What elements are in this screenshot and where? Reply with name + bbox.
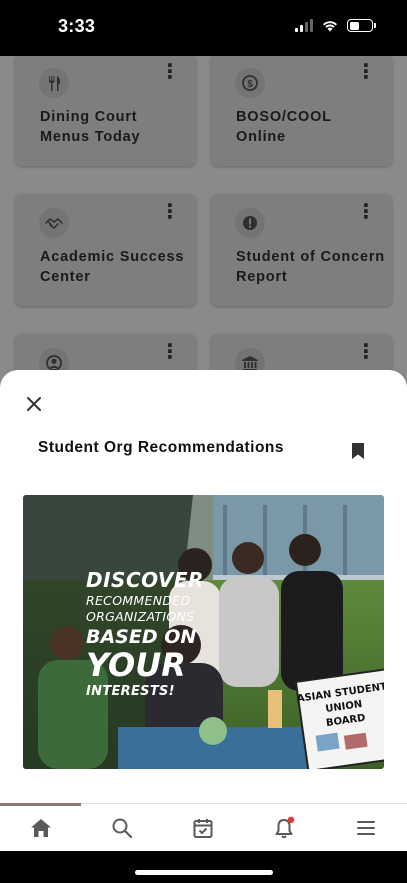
close-icon[interactable] <box>24 394 44 414</box>
sheet-title: Student Org Recommendations <box>38 439 285 456</box>
bottom-nav <box>0 803 407 851</box>
status-icons <box>295 19 376 32</box>
svg-text:$: $ <box>247 79 253 90</box>
dollar-icon: $ <box>235 68 265 98</box>
tile-label: BOSO/COOL Online <box>236 109 332 145</box>
handshake-icon <box>39 208 69 238</box>
more-options-icon[interactable]: ⋮ <box>356 202 376 222</box>
tile-label: Student of Concern Report <box>236 249 385 285</box>
utensils-icon <box>39 68 69 98</box>
active-tab-indicator <box>0 803 81 806</box>
search-icon[interactable] <box>110 816 134 840</box>
wifi-icon <box>323 21 337 32</box>
tile-boso-cool[interactable]: $ ⋮ BOSO/COOL Online <box>211 56 392 166</box>
more-options-icon[interactable]: ⋮ <box>160 202 180 222</box>
menu-icon[interactable] <box>354 816 378 840</box>
more-options-icon[interactable]: ⋮ <box>160 342 180 362</box>
promo-headline-line: YOUR <box>86 646 186 684</box>
bookmark-icon[interactable] <box>352 443 364 459</box>
notification-dot <box>287 816 295 823</box>
promo-banner-image[interactable]: ASIAN STUDENT UNION BOARD DISCOVER RECOM… <box>23 495 384 769</box>
tile-student-concern[interactable]: ⋮ Student of Concern Report <box>211 194 392 306</box>
status-bar: 3:33 <box>0 0 407 56</box>
home-indicator-area <box>0 851 407 883</box>
home-icon[interactable] <box>29 816 53 840</box>
recommendation-sheet: Student Org Recommendations ASIAN STUDEN… <box>0 370 407 803</box>
calendar-check-icon[interactable] <box>191 816 215 840</box>
promo-headline-line: DISCOVER <box>86 568 204 592</box>
promo-headline-line: BASED ON <box>86 626 196 648</box>
tile-label: Dining Court Menus Today <box>40 109 141 145</box>
more-options-icon[interactable]: ⋮ <box>356 342 376 362</box>
more-options-icon[interactable]: ⋮ <box>356 62 376 82</box>
more-options-icon[interactable]: ⋮ <box>160 62 180 82</box>
tile-dining-court[interactable]: ⋮ Dining Court Menus Today <box>15 56 196 166</box>
promo-headline-line: ORGANIZATIONS <box>86 609 194 624</box>
battery-icon <box>347 19 376 32</box>
promo-headline-line: RECOMMENDED <box>86 593 190 608</box>
promo-headline-line: INTERESTS! <box>86 684 175 699</box>
status-time: 3:33 <box>58 16 96 36</box>
alert-icon <box>235 208 265 238</box>
cellular-signal-icon <box>295 19 313 32</box>
bell-icon[interactable] <box>272 816 296 840</box>
tile-academic-success[interactable]: ⋮ Academic Success Center <box>15 194 196 306</box>
tile-label: Academic Success Center <box>40 249 185 285</box>
home-indicator[interactable] <box>135 870 273 875</box>
